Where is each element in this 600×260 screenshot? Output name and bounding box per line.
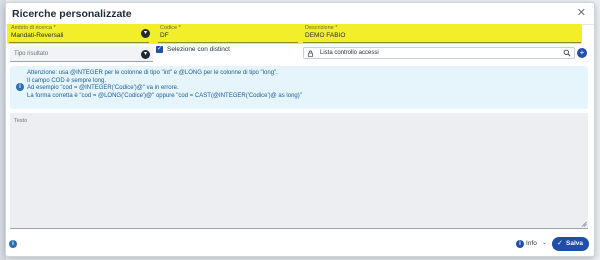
add-button[interactable]: + [577,48,587,58]
info-icon: i [516,240,524,248]
info-message: i Attenzione: usa @INTEGER per le colonn… [10,66,588,109]
dialog-title: Ricerche personalizzate [12,8,132,20]
descrizione-field[interactable]: Descrizione * DEMO FABIO [303,24,581,44]
descrizione-value: DEMO FABIO [305,32,346,39]
ambito-value: Mandati-Reversali [11,32,64,39]
codice-underline [158,42,298,43]
save-button[interactable]: ✓ Salva [552,237,589,251]
codice-value: DF [160,32,169,39]
lock-icon [307,50,314,57]
testo-textarea[interactable]: Testo [10,113,588,229]
codice-field[interactable]: Codice * DF [158,24,298,44]
save-button-label: Salva [566,240,583,247]
descrizione-underline [303,42,581,43]
tipo-risultato-select[interactable]: Tipo risultato ▾ [10,47,153,62]
info-button-label: Info [526,240,537,247]
ambito-label: Ambito di ricerca * [11,25,56,31]
codice-label: Codice * [160,25,181,31]
info-line: Il campo COD è sempre long. [27,77,107,84]
info-line: Attenzione: usa @INTEGER per le colonne … [27,70,278,76]
access-list-value: Lista controllo accessi [320,50,379,56]
required-fields-row: Ambito di ricerca * Mandati-Reversali ▾ … [7,24,582,44]
ambito-field[interactable]: Ambito di ricerca * Mandati-Reversali ▾ [9,24,150,44]
help-info-icon[interactable]: i [9,240,17,248]
close-icon[interactable]: ✕ [577,7,586,19]
search-icon[interactable] [563,49,571,57]
distinct-label: Selezione con distinct [167,46,230,53]
descrizione-label: Descrizione * [305,25,338,31]
resize-handle-icon[interactable] [581,221,587,227]
info-line: Ad esempio "cod = @INTEGER('Codice')@" v… [27,85,179,92]
chevron-down-icon[interactable]: ▾ [141,29,150,38]
chevron-down-icon: ⌄ [542,240,548,246]
info-lines: Attenzione: usa @INTEGER per le colonne … [27,70,302,100]
tipo-risultato-placeholder: Tipo risultato [14,51,49,57]
info-icon: i [16,83,24,91]
distinct-checkbox[interactable]: ✓ [156,46,163,53]
ambito-underline [9,42,149,43]
info-line: La forma corretta è "cod = @LONG('Codice… [27,92,302,99]
access-list-field[interactable]: Lista controllo accessi [303,47,575,59]
check-icon: ✓ [557,240,563,247]
testo-label: Testo [14,118,28,124]
chevron-down-icon[interactable]: ▾ [141,50,150,59]
dialog-header: Ricerche personalizzate ✕ [6,3,594,25]
